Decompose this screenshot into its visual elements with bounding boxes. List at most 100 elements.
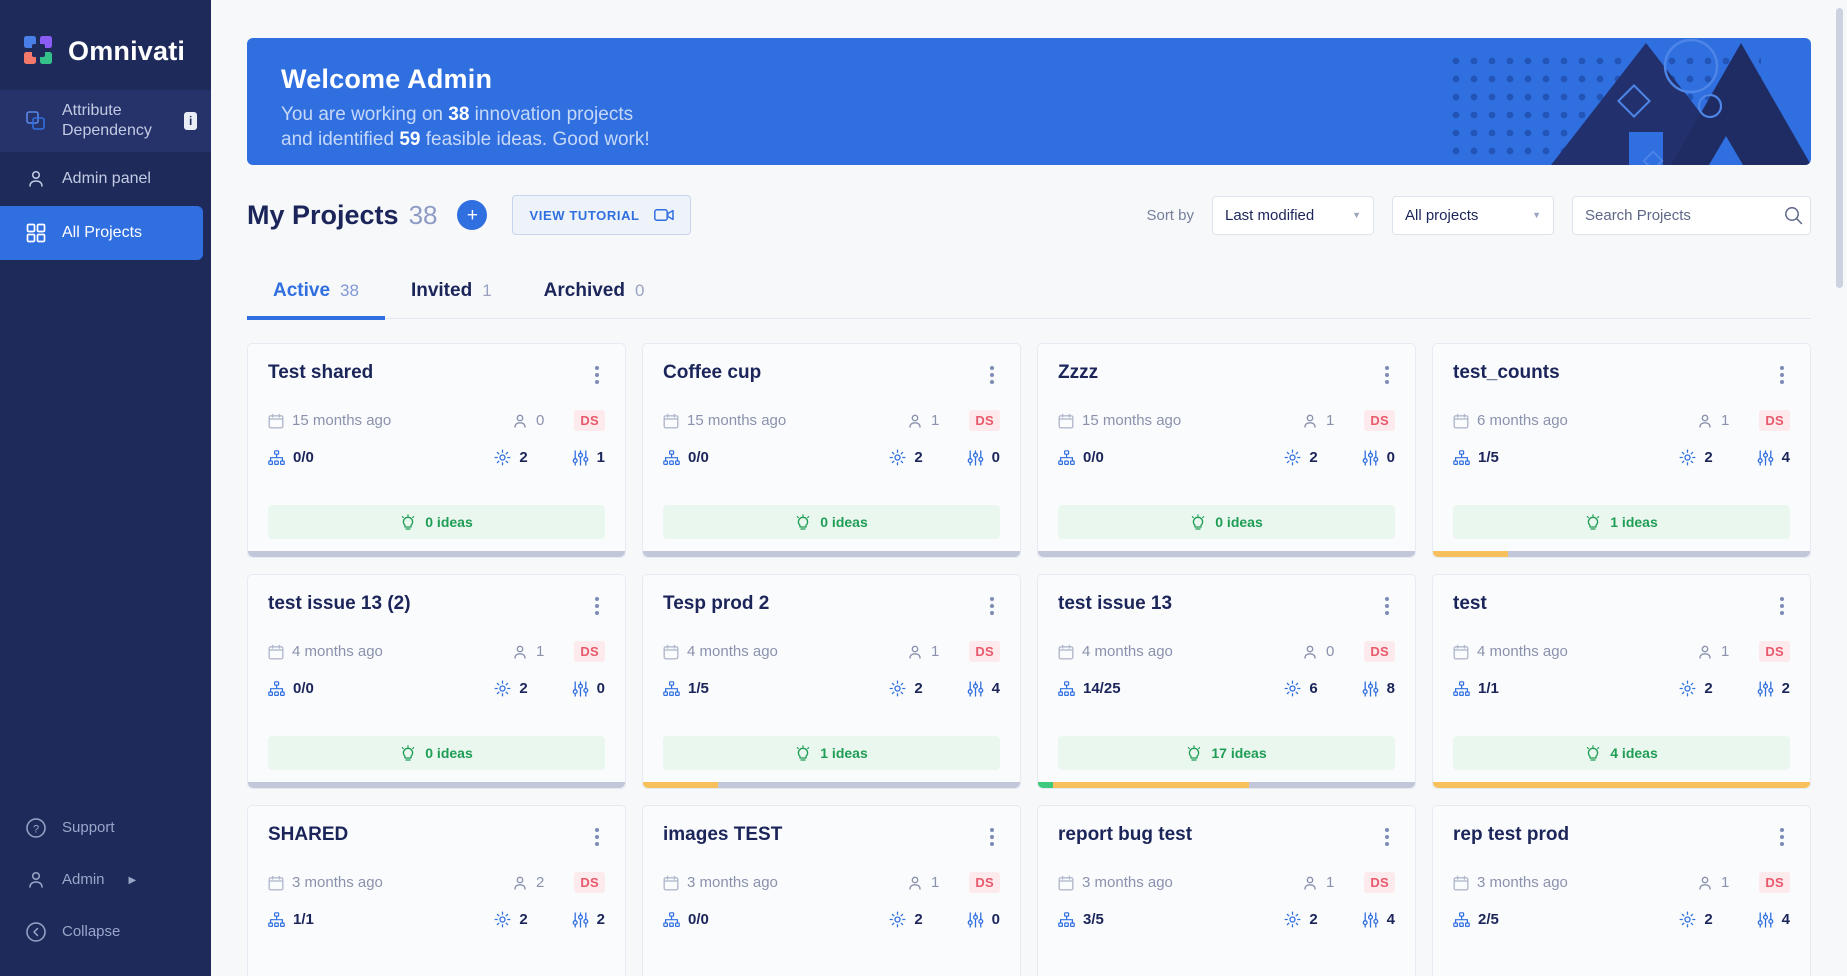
project-members-count: 0 [536,412,544,429]
project-nodes: 1/1 [268,911,314,928]
project-card-menu-button[interactable] [589,824,605,850]
project-card-meta-row-1: 3 months ago 1 DS [663,872,1000,893]
project-settings-value: 2 [519,911,527,928]
vertical-scrollbar[interactable] [1836,8,1843,288]
project-settings-value: 2 [1704,680,1712,697]
project-sliders-count: 0 [1362,449,1395,466]
project-nodes: 14/25 [1058,680,1121,697]
project-settings-count: 2 [494,449,527,466]
sidebar-item-all-projects[interactable]: All Projects [0,206,203,260]
tab-active[interactable]: Active 38 [247,263,385,319]
status-badge: DS [574,872,605,893]
project-date: 3 months ago [1058,874,1173,891]
search-input[interactable] [1585,207,1784,224]
sidebar-item-admin[interactable]: Admin ▶ [0,854,211,906]
add-project-button[interactable]: + [457,200,487,230]
sidebar-item-attribute-dependency[interactable]: Attribute Dependency i [0,90,211,152]
brand[interactable]: Omnivati [0,0,211,76]
project-card[interactable]: test issue 13 4 months ago 0 DS 14/25 6 [1037,574,1416,789]
project-title: SHARED [268,824,348,847]
project-date: 3 months ago [1453,874,1568,891]
project-card[interactable]: report bug test 3 months ago 1 DS 3/5 2 [1037,805,1416,976]
info-icon[interactable]: i [184,112,197,130]
project-card-menu-button[interactable] [984,824,1000,850]
banner-line1-pre: You are working on [281,104,448,125]
project-card-menu-button[interactable] [1379,593,1395,619]
project-card-menu-button[interactable] [1379,362,1395,388]
project-progress-bar [248,782,625,788]
project-card-menu-button[interactable] [589,593,605,619]
project-card[interactable]: test 4 months ago 1 DS 1/1 2 [1432,574,1811,789]
project-ideas-badge[interactable]: 1 ideas [1453,505,1790,539]
project-card-meta-row-2: 0/0 2 0 [663,911,1000,928]
project-ideas-badge[interactable]: 0 ideas [663,505,1000,539]
project-members-count: 2 [536,874,544,891]
project-members: 1 [907,874,939,891]
project-card[interactable]: Tesp prod 2 4 months ago 1 DS 1/5 2 [642,574,1021,789]
chevron-right-icon: ▶ [129,875,137,886]
project-settings-value: 2 [1704,911,1712,928]
calendar-icon [268,413,284,429]
tab-invited[interactable]: Invited 1 [385,263,518,319]
project-ideas-badge[interactable]: 0 ideas [268,736,605,770]
project-ideas-badge[interactable]: 4 ideas [1453,736,1790,770]
project-date-label: 4 months ago [687,643,778,660]
calendar-icon [1058,875,1074,891]
project-card[interactable]: Coffee cup 15 months ago 1 DS 0/0 2 [642,343,1021,558]
project-filter-select[interactable]: All projects ▼ [1392,196,1554,235]
project-ideas-badge[interactable]: 1 ideas [663,736,1000,770]
project-nodes-value: 1/1 [1478,680,1499,697]
project-card[interactable]: images TEST 3 months ago 1 DS 0/0 2 [642,805,1021,976]
project-ideas-badge[interactable]: 17 ideas [1058,736,1395,770]
project-card-menu-button[interactable] [984,362,1000,388]
project-card[interactable]: Test shared 15 months ago 0 DS 0/0 2 [247,343,626,558]
search-icon[interactable] [1784,206,1803,225]
project-card-menu-button[interactable] [1774,362,1790,388]
project-ideas-label: 1 ideas [820,745,867,761]
project-nodes: 0/0 [663,911,709,928]
project-members: 1 [1697,643,1729,660]
tab-archived[interactable]: Archived 0 [518,263,671,319]
project-card[interactable]: test issue 13 (2) 4 months ago 1 DS 0/0 … [247,574,626,789]
project-sliders-value: 0 [597,680,605,697]
project-card[interactable]: Zzzz 15 months ago 1 DS 0/0 2 [1037,343,1416,558]
project-members: 0 [1302,643,1334,660]
project-members: 2 [512,874,544,891]
calendar-icon [1058,644,1074,660]
project-ideas-badge[interactable]: 0 ideas [268,505,605,539]
project-sliders-count: 0 [967,449,1000,466]
project-card[interactable]: rep test prod 3 months ago 1 DS 2/5 2 [1432,805,1811,976]
tree-nodes-icon [1058,681,1075,697]
project-date-label: 3 months ago [1477,874,1568,891]
sidebar-item-support[interactable]: ? Support [0,802,211,854]
project-card-menu-button[interactable] [1774,593,1790,619]
project-card[interactable]: SHARED 3 months ago 2 DS 1/1 2 [247,805,626,976]
view-tutorial-button[interactable]: VIEW TUTORIAL [512,195,690,235]
project-card-menu-button[interactable] [1774,824,1790,850]
project-card-menu-button[interactable] [589,362,605,388]
project-ideas-label: 17 ideas [1211,745,1266,761]
four-squares-logo-icon [24,36,54,66]
sliders-icon [967,681,984,697]
progress-segment-yellow [1433,782,1810,788]
project-progress-bar [1038,782,1415,788]
tree-nodes-icon [663,450,680,466]
project-card[interactable]: test_counts 6 months ago 1 DS 1/5 2 [1432,343,1811,558]
project-card-menu-button[interactable] [1379,824,1395,850]
sidebar-item-collapse[interactable]: Collapse [0,906,211,958]
lightbulb-icon [1186,745,1202,762]
progress-segment-yellow [1433,551,1508,557]
sliders-icon [1362,681,1379,697]
project-members-count: 0 [1326,643,1334,660]
project-card-menu-button[interactable] [984,593,1000,619]
sidebar-item-admin-panel[interactable]: Admin panel [0,152,211,206]
sort-by-select[interactable]: Last modified ▼ [1212,196,1374,235]
search-projects-box[interactable] [1572,196,1811,235]
project-settings-count: 2 [494,911,527,928]
project-ideas-badge[interactable]: 0 ideas [1058,505,1395,539]
calendar-icon [268,644,284,660]
project-card-header: report bug test [1058,824,1395,850]
project-card-header: rep test prod [1453,824,1790,850]
banner-line1-post: innovation projects [469,104,633,125]
project-date: 4 months ago [663,643,778,660]
